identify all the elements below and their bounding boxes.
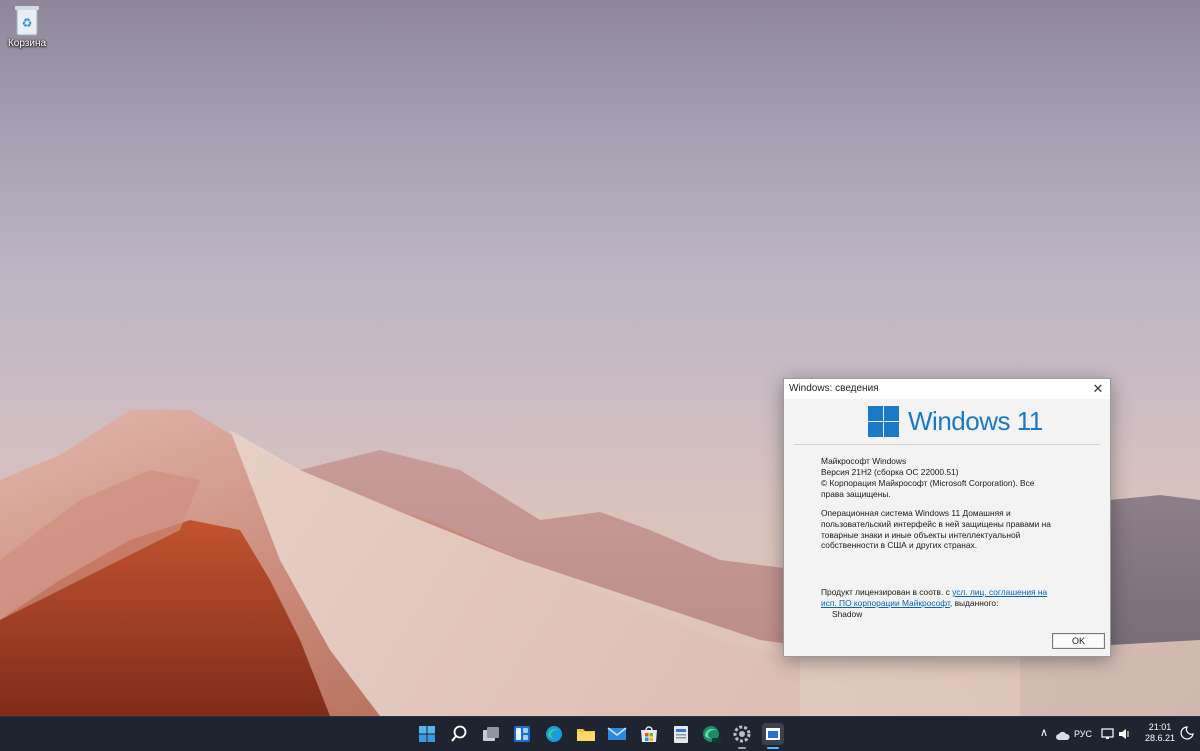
windows-flag-icon — [868, 406, 899, 437]
svg-text:♻: ♻ — [22, 16, 33, 30]
chevron-up-icon[interactable]: ∧ — [1040, 726, 1048, 739]
clock-date: 28.6.21 — [1144, 733, 1176, 743]
onedrive-icon[interactable] — [1056, 728, 1070, 746]
language-indicator[interactable]: РУС — [1074, 729, 1092, 739]
widgets-icon[interactable] — [511, 723, 533, 745]
recycle-bin-label: Корзина — [7, 38, 47, 49]
file-explorer-icon[interactable] — [575, 723, 597, 745]
desktop: ♻ Корзина Windows: сведения ✕ Windows 11… — [0, 0, 1200, 716]
license-text: Продукт лицензирован в соотв. с усл. лиц… — [821, 587, 1049, 609]
dialog-titlebar[interactable]: Windows: сведения ✕ — [784, 379, 1110, 399]
focus-assist-icon[interactable] — [1180, 726, 1194, 745]
copyright-text: © Корпорация Майкрософт (Microsoft Corpo… — [821, 478, 1035, 499]
divider — [794, 444, 1100, 445]
ok-button[interactable]: OK — [1052, 633, 1105, 649]
volume-icon[interactable] — [1118, 727, 1132, 745]
description-text: Операционная система Windows 11 Домашняя… — [821, 508, 1051, 551]
version-text: Версия 21H2 (сборка ОС 22000.51) — [821, 467, 959, 477]
dialog-title: Windows: сведения — [789, 383, 879, 394]
mail-icon[interactable] — [606, 723, 628, 745]
edge-icon[interactable] — [543, 723, 565, 745]
taskbar: ∧ РУС 21:01 28.6.21 — [0, 716, 1200, 751]
clock-time: 21:01 — [1148, 722, 1172, 732]
start-icon[interactable] — [416, 723, 438, 745]
about-windows-dialog: Windows: сведения ✕ Windows 11 Майкрософ… — [783, 378, 1111, 657]
news-icon[interactable] — [670, 723, 692, 745]
running-indicator — [738, 747, 746, 749]
edge-dev-icon[interactable] — [700, 723, 722, 745]
network-icon[interactable] — [1101, 727, 1115, 745]
license-prefix: Продукт лицензирован в соотв. с — [821, 587, 953, 597]
licensed-user: Shadow — [832, 609, 863, 619]
product-name: Майкрософт Windows — [821, 456, 907, 466]
clock[interactable]: 21:01 28.6.21 — [1143, 722, 1177, 744]
windows-11-wordmark: Windows 11 — [908, 406, 1043, 436]
winver-icon[interactable] — [762, 723, 784, 749]
close-icon[interactable]: ✕ — [1086, 379, 1110, 399]
recycle-bin-icon: ♻ — [12, 3, 42, 37]
active-indicator — [767, 747, 779, 749]
task-view-icon[interactable] — [480, 723, 502, 745]
settings-icon[interactable] — [731, 723, 753, 749]
search-icon[interactable] — [448, 723, 470, 745]
license-suffix: , выданного: — [949, 597, 999, 608]
recycle-bin-shortcut[interactable]: ♻ Корзина — [4, 3, 50, 49]
store-icon[interactable] — [638, 723, 660, 745]
